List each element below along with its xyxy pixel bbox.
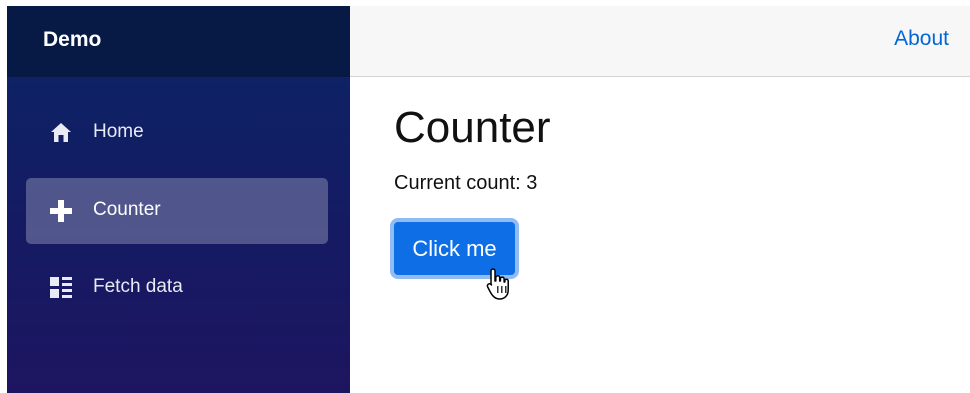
sidebar-item-home[interactable]: Home	[26, 100, 328, 166]
sidebar-item-label: Home	[93, 121, 144, 142]
sidebar-item-label: Fetch data	[93, 276, 183, 297]
sidebar-item-label: Counter	[93, 199, 161, 220]
sidebar-item-counter[interactable]: Counter	[26, 178, 328, 244]
hand-cursor-icon	[485, 266, 513, 302]
top-bar: About	[350, 6, 970, 77]
sidebar: Demo Home Counter Fetch data	[7, 6, 350, 393]
app-window: Demo Home Counter Fetch data About Count…	[7, 6, 970, 393]
sidebar-item-fetch-data[interactable]: Fetch data	[26, 255, 328, 321]
brand-bar: Demo	[7, 6, 350, 77]
plus-icon	[48, 198, 74, 224]
about-link[interactable]: About	[894, 27, 949, 51]
home-icon	[48, 120, 74, 146]
brand-link[interactable]: Demo	[43, 28, 101, 52]
current-count-text: Current count: 3	[394, 172, 538, 194]
list-rich-icon	[48, 275, 74, 301]
page-title: Counter	[394, 103, 551, 152]
